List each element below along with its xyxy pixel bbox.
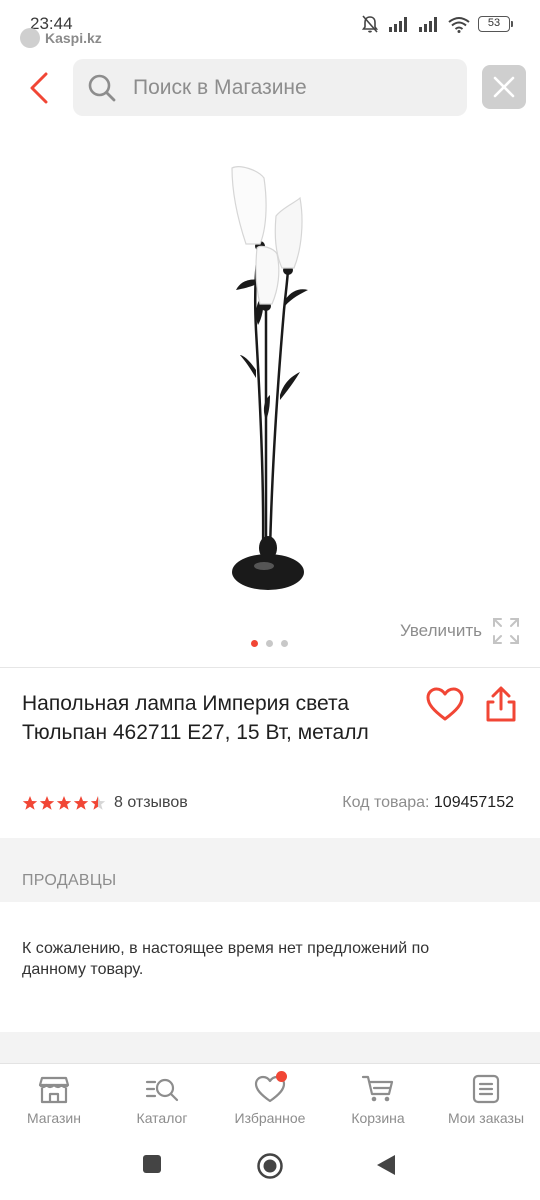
search-header [0, 56, 540, 118]
recent-apps-icon[interactable] [142, 1154, 162, 1174]
zoom-label: Увеличить [400, 621, 482, 640]
star-icon [56, 796, 72, 810]
carousel-dot[interactable] [266, 640, 273, 647]
back-nav-icon[interactable] [376, 1154, 396, 1176]
search-icon [88, 74, 116, 101]
cart-icon [361, 1075, 394, 1102]
nav-label-catalog: Каталог [136, 1110, 188, 1126]
reviews-link[interactable]: 8 отзывов [114, 794, 188, 812]
expand-icon [493, 618, 519, 644]
share-icon [486, 686, 516, 722]
heart-outline-icon [426, 687, 464, 721]
rating-stars [22, 795, 106, 811]
status-icons: 53 [360, 14, 513, 34]
star-icon [39, 796, 55, 810]
bell-off-icon [361, 15, 379, 33]
rating-row[interactable]: 8 отзывов [22, 794, 188, 812]
carousel-dot-active[interactable] [251, 640, 258, 647]
no-offers-message: К сожалению, в настоящее время нет предл… [22, 940, 430, 978]
search-bar[interactable] [73, 59, 467, 116]
product-title: Напольная лампа Империя света Тюльпан 46… [22, 692, 369, 744]
store-icon [38, 1076, 70, 1104]
favorites-notification-badge [276, 1071, 287, 1082]
product-image[interactable] [160, 150, 380, 600]
battery-icon: 53 [478, 16, 513, 32]
share-button[interactable] [482, 685, 520, 725]
search-input[interactable] [133, 75, 433, 100]
sellers-section-header: ПРОДАВЦЫ [0, 838, 540, 902]
catalog-search-icon [145, 1078, 179, 1102]
carousel-dot[interactable] [281, 640, 288, 647]
chevron-left-icon [30, 72, 48, 104]
star-icon [22, 796, 38, 810]
nav-label-store: Магазин [26, 1110, 81, 1126]
back-button[interactable] [22, 68, 56, 108]
wifi-icon [448, 16, 470, 33]
status-bar: 23:44 Kaspi.kz 53 [0, 0, 540, 48]
product-code: Код товара: 109457152 [342, 794, 514, 812]
product-code-label: Код товара: [342, 794, 430, 811]
bottom-navigation: Магазин Каталог Избранное Корзина Мои за… [0, 1063, 540, 1140]
nav-item-cart[interactable]: Корзина [324, 1064, 432, 1140]
star-icon [90, 796, 106, 810]
nav-label-cart: Корзина [351, 1110, 405, 1126]
orders-icon [472, 1074, 500, 1104]
star-icon [73, 796, 89, 810]
close-icon [493, 76, 515, 98]
status-app-indicator: Kaspi.kz [20, 28, 102, 48]
zoom-button[interactable]: Увеличить [400, 617, 520, 645]
signal-icon [389, 17, 407, 32]
status-app-label: Kaspi.kz [45, 30, 102, 46]
signal-icon [419, 17, 437, 32]
nav-label-favorites: Избранное [234, 1110, 306, 1126]
system-navigation-bar [0, 1140, 540, 1200]
sellers-heading: ПРОДАВЦЫ [22, 872, 117, 889]
nav-item-store[interactable]: Магазин [0, 1064, 108, 1140]
nav-item-favorites[interactable]: Избранное [216, 1064, 324, 1140]
clear-search-button[interactable] [482, 65, 526, 109]
favorite-button[interactable] [425, 685, 465, 725]
nav-label-orders: Мои заказы [447, 1110, 525, 1126]
app-notification-icon [20, 28, 40, 48]
section-divider [0, 1032, 540, 1064]
image-carousel-dots[interactable] [251, 640, 288, 647]
nav-item-catalog[interactable]: Каталог [108, 1064, 216, 1140]
nav-item-orders[interactable]: Мои заказы [432, 1064, 540, 1140]
divider [0, 667, 540, 668]
product-code-value: 109457152 [433, 794, 514, 811]
home-icon[interactable] [256, 1152, 284, 1180]
